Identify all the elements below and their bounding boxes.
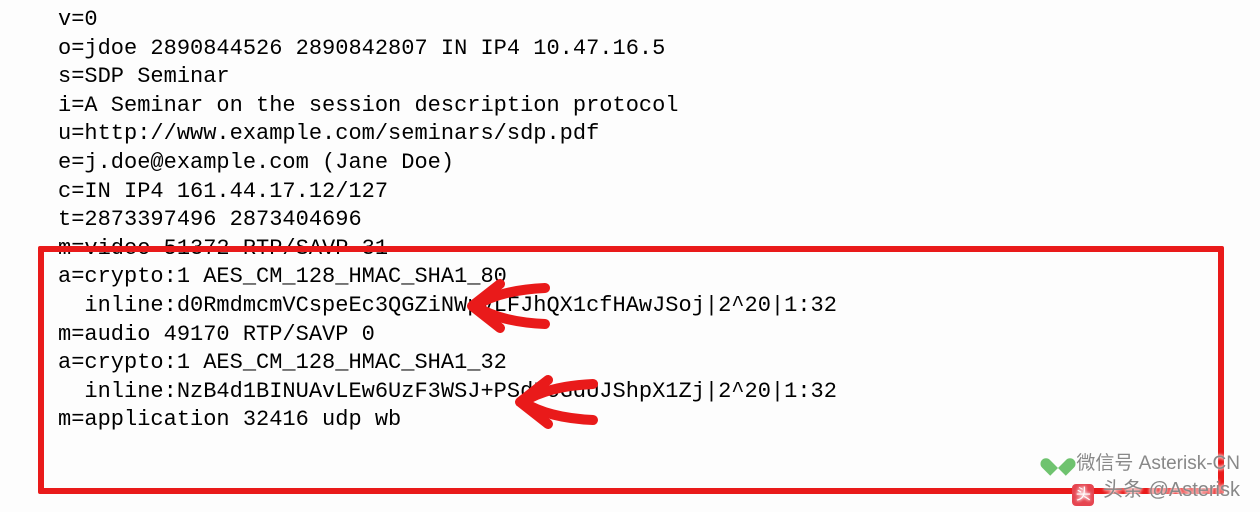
watermark-toutiao-label: 头条 xyxy=(1103,479,1143,501)
watermark-wechat-value: Asterisk-CN xyxy=(1139,453,1240,474)
sdp-line-session-name: s=SDP Seminar xyxy=(58,63,1260,92)
sdp-line-uri: u=http://www.example.com/seminars/sdp.pd… xyxy=(58,120,1260,149)
wechat-icon xyxy=(1047,451,1069,473)
watermark-toutiao: 头条 @Asterisk xyxy=(1047,477,1240,504)
watermark-wechat-label: 微信号 xyxy=(1076,453,1133,474)
sdp-line-session-info: i=A Seminar on the session description p… xyxy=(58,92,1260,121)
watermark-toutiao-value: @Asterisk xyxy=(1149,479,1240,501)
annotation-arrow-icon xyxy=(508,374,598,430)
toutiao-icon xyxy=(1072,484,1094,506)
sdp-line-email: e=j.doe@example.com (Jane Doe) xyxy=(58,149,1260,178)
sdp-line-timing: t=2873397496 2873404696 xyxy=(58,206,1260,235)
sdp-line-connection: c=IN IP4 161.44.17.12/127 xyxy=(58,178,1260,207)
watermark-wechat: 微信号 Asterisk-CN xyxy=(1047,447,1240,477)
annotation-arrow-icon xyxy=(460,278,550,334)
watermark: 微信号 Asterisk-CN 头条 @Asterisk xyxy=(1047,447,1240,504)
sdp-line-version: v=0 xyxy=(58,6,1260,35)
sdp-line-origin: o=jdoe 2890844526 2890842807 IN IP4 10.4… xyxy=(58,35,1260,64)
